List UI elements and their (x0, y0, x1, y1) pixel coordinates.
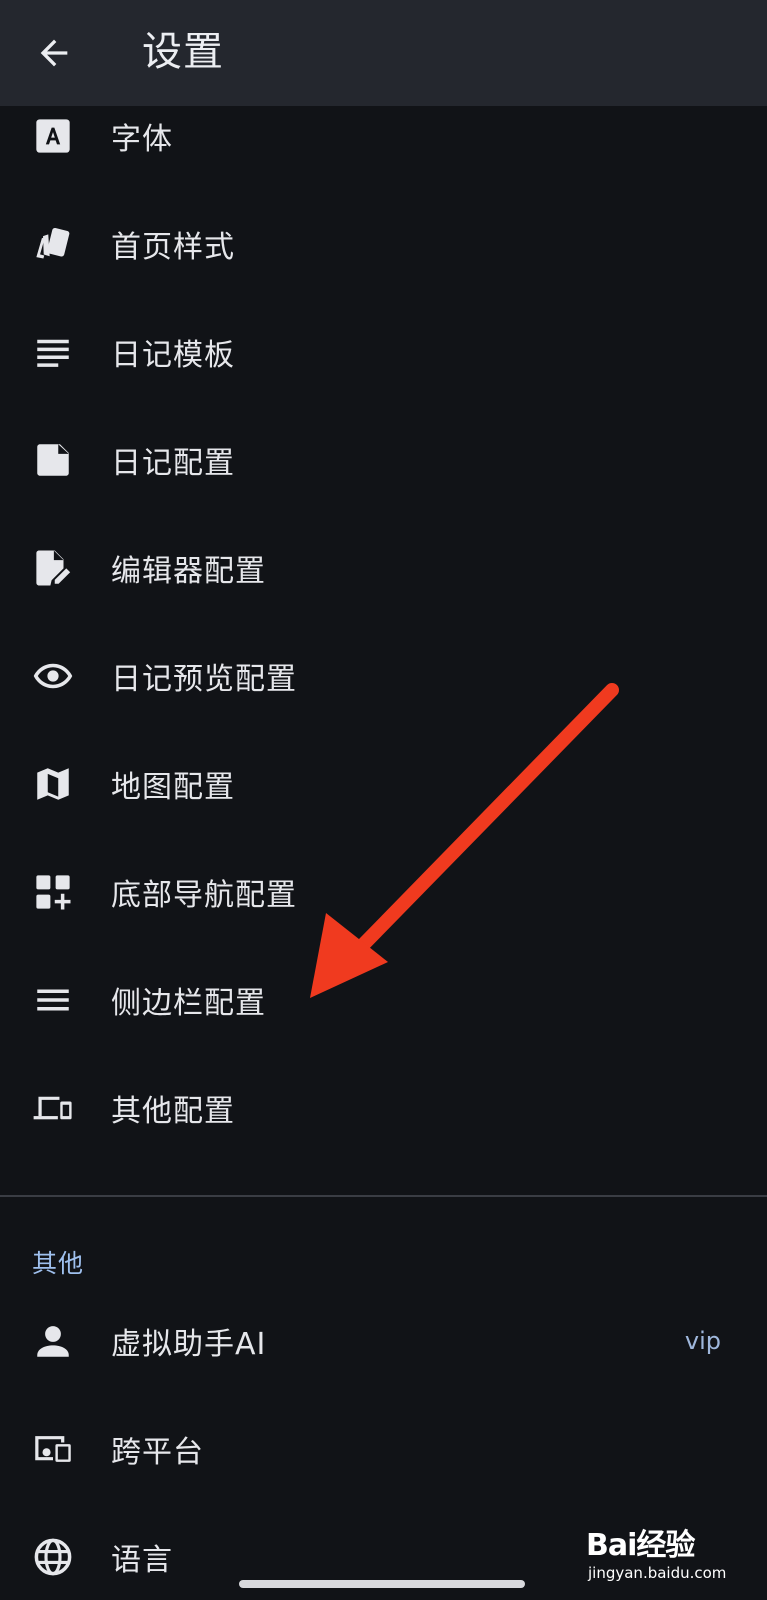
arrow-left-icon (40, 39, 68, 67)
person-icon (32, 1320, 74, 1362)
settings-item-label: 其他配置 (111, 1094, 235, 1129)
dashboard-add-icon (32, 871, 74, 913)
cards-style-icon (32, 223, 74, 265)
devices-icon (32, 1087, 74, 1129)
settings-item-label: 地图配置 (111, 770, 235, 805)
settings-item-label: 字体 (111, 122, 173, 157)
settings-item-label: 编辑器配置 (111, 554, 266, 589)
settings-item-sidebar-config[interactable]: 侧边栏配置 (0, 946, 767, 1054)
watermark: Bai经验 jingyan.baidu.com (586, 1520, 756, 1590)
settings-item-cross-platform[interactable]: 跨平台 (0, 1395, 767, 1503)
settings-item-preview-config[interactable]: 日记预览配置 (0, 622, 767, 730)
note-icon (32, 439, 74, 481)
settings-item-home-style[interactable]: 首页样式 (0, 190, 767, 298)
settings-item-label: 首页样式 (111, 230, 235, 265)
settings-item-bottom-nav-config[interactable]: 底部导航配置 (0, 838, 767, 946)
settings-item-label: 侧边栏配置 (111, 986, 266, 1021)
menu-icon (32, 979, 74, 1021)
text-lines-icon (32, 331, 74, 373)
section-header-other: 其他 (32, 1249, 85, 1278)
home-indicator[interactable] (239, 1580, 525, 1588)
section-divider (0, 1195, 767, 1197)
eye-icon (32, 655, 74, 697)
cross-platform-icon (32, 1428, 74, 1470)
settings-item-label: 底部导航配置 (111, 878, 297, 913)
watermark-logo: Bai经验 (586, 1528, 695, 1563)
settings-item-label: 日记模板 (111, 338, 235, 373)
settings-item-map-config[interactable]: 地图配置 (0, 730, 767, 838)
page-title: 设置 (142, 29, 224, 75)
settings-item-other-config[interactable]: 其他配置 (0, 1054, 767, 1162)
settings-screen: 设置 字体 首页样式 日记模板 日记配置 编辑器配置 日记预览配置 地图配置 底… (0, 0, 767, 1600)
back-button[interactable] (26, 25, 82, 81)
settings-item-label: 虚拟助手AI (111, 1327, 267, 1362)
edit-document-icon (32, 547, 74, 589)
settings-item-ai-assistant[interactable]: 虚拟助手AI vip (0, 1287, 767, 1395)
vip-badge: vip (684, 1327, 721, 1355)
settings-item-editor-config[interactable]: 编辑器配置 (0, 514, 767, 622)
settings-item-diary-template[interactable]: 日记模板 (0, 298, 767, 406)
settings-item-diary-config[interactable]: 日记配置 (0, 406, 767, 514)
settings-item-font[interactable]: 字体 (0, 82, 767, 190)
watermark-url: jingyan.baidu.com (588, 1564, 727, 1582)
globe-icon (32, 1536, 74, 1578)
settings-item-label: 语言 (111, 1543, 173, 1578)
settings-item-label: 日记配置 (111, 446, 235, 481)
font-icon (32, 115, 74, 157)
settings-item-label: 日记预览配置 (111, 662, 297, 697)
map-icon (32, 763, 74, 805)
settings-item-label: 跨平台 (111, 1435, 204, 1470)
